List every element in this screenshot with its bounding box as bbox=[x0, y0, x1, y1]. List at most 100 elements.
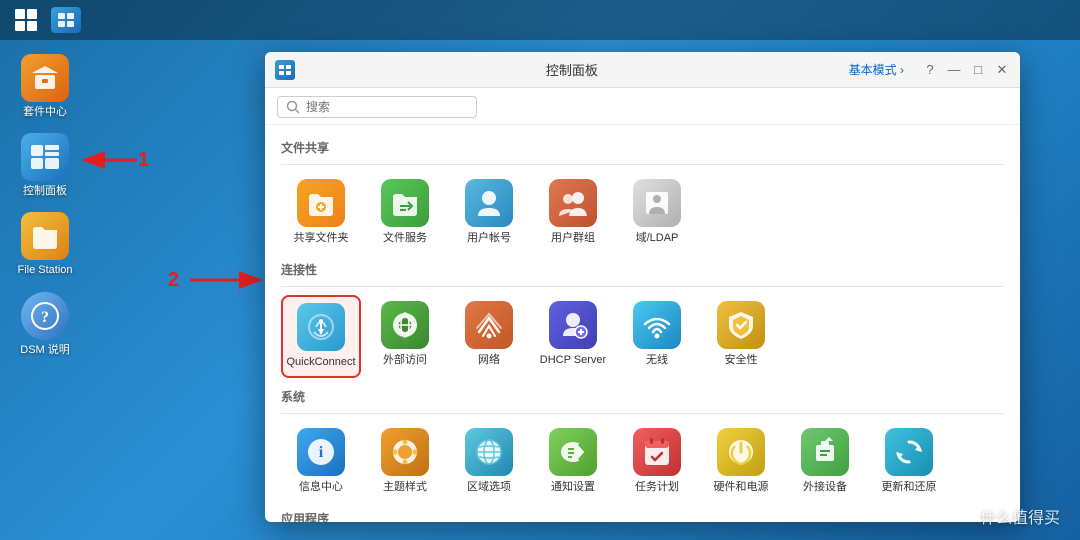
cp-icon-external-devices[interactable]: 外接设备 bbox=[785, 422, 865, 500]
cp-icon-shared-folder[interactable]: 共享文件夹 bbox=[281, 173, 361, 251]
desktop-icon-file-station[interactable]: File Station bbox=[10, 208, 80, 281]
window-title: 控制面板 bbox=[303, 60, 841, 79]
svg-text:i: i bbox=[319, 444, 324, 461]
annotation-2: 2 bbox=[168, 268, 265, 292]
shared-folder-label: 共享文件夹 bbox=[294, 231, 349, 245]
section-applications-title: 应用程序 bbox=[281, 510, 1004, 522]
cp-icon-wireless[interactable]: 无线 bbox=[617, 295, 697, 377]
external-devices-icon bbox=[801, 428, 849, 476]
cp-icon-info-center[interactable]: i 信息中心 bbox=[281, 422, 361, 500]
desktop-icon-package-center[interactable]: 套件中心 bbox=[10, 50, 80, 123]
wireless-label: 无线 bbox=[646, 353, 668, 367]
window-minimize-button[interactable]: — bbox=[946, 62, 962, 78]
file-services-label: 文件服务 bbox=[383, 231, 427, 245]
file-sharing-grid: 共享文件夹 文件服务 bbox=[281, 173, 1004, 251]
cp-icon-hardware-power[interactable]: 硬件和电源 bbox=[701, 422, 781, 500]
cp-icon-quickconnect[interactable]: QuickConnect bbox=[281, 295, 361, 377]
divider-system bbox=[281, 413, 1004, 414]
task-scheduler-icon bbox=[633, 428, 681, 476]
cp-icon-user-group[interactable]: 用户群组 bbox=[533, 173, 613, 251]
apps-menu-button[interactable] bbox=[8, 4, 44, 36]
info-center-icon: i bbox=[297, 428, 345, 476]
user-label: 用户帐号 bbox=[467, 231, 511, 245]
domain-ldap-label: 域/LDAP bbox=[636, 231, 679, 245]
cp-icon-user[interactable]: 用户帐号 bbox=[449, 173, 529, 251]
region-icon bbox=[465, 428, 513, 476]
watermark-text: 什么值得买 bbox=[980, 510, 1060, 527]
window-close-button[interactable]: ✕ bbox=[994, 62, 1010, 78]
shared-folder-icon bbox=[297, 179, 345, 227]
file-station-label: File Station bbox=[17, 264, 72, 277]
apps-grid-icon bbox=[15, 9, 37, 31]
hardware-power-label: 硬件和电源 bbox=[714, 480, 769, 494]
cp-icon-external-access[interactable]: 外部访问 bbox=[365, 295, 445, 377]
user-group-label: 用户群组 bbox=[551, 231, 595, 245]
file-services-icon bbox=[381, 179, 429, 227]
region-label: 区域选项 bbox=[467, 480, 511, 494]
cp-icon-security[interactable]: 安全性 bbox=[701, 295, 781, 377]
control-panel-label: 控制面板 bbox=[23, 185, 67, 198]
security-label: 安全性 bbox=[725, 353, 758, 367]
domain-ldap-icon bbox=[633, 179, 681, 227]
section-file-sharing-title: 文件共享 bbox=[281, 139, 1004, 156]
external-access-icon bbox=[381, 301, 429, 349]
wireless-icon bbox=[633, 301, 681, 349]
window-content: 文件共享 共享文件夹 bbox=[265, 125, 1020, 522]
annotation-1: 1 bbox=[82, 148, 149, 172]
package-center-label: 套件中心 bbox=[23, 106, 67, 119]
system-grid: i 信息中心 主题样式 bbox=[281, 422, 1004, 500]
window-search-bar bbox=[265, 88, 1020, 125]
cp-icon-region[interactable]: 区域选项 bbox=[449, 422, 529, 500]
window-controls: ? — □ ✕ bbox=[922, 62, 1010, 78]
control-panel-window: 控制面板 基本模式 › ? — □ ✕ 文件共享 bbox=[265, 52, 1020, 522]
taskbar bbox=[0, 0, 1080, 40]
window-title-icon bbox=[275, 60, 295, 80]
control-panel-icon bbox=[21, 133, 69, 181]
cp-icon-file-services[interactable]: 文件服务 bbox=[365, 173, 445, 251]
search-wrapper bbox=[277, 96, 477, 118]
control-panel-taskbar-icon bbox=[51, 7, 81, 33]
connectivity-grid: QuickConnect 外部访问 bbox=[281, 295, 1004, 377]
notification-label: 通知设置 bbox=[551, 480, 595, 494]
section-connectivity-title: 连接性 bbox=[281, 261, 1004, 278]
cp-icon-network[interactable]: 网络 bbox=[449, 295, 529, 377]
theme-label: 主题样式 bbox=[383, 480, 427, 494]
window-maximize-button[interactable]: □ bbox=[970, 62, 986, 78]
file-station-icon bbox=[21, 212, 69, 260]
external-devices-label: 外接设备 bbox=[803, 480, 847, 494]
cp-icon-update-restore[interactable]: 更新和还原 bbox=[869, 422, 949, 500]
window-mode-link[interactable]: 基本模式 › bbox=[849, 61, 904, 78]
divider-file-sharing bbox=[281, 164, 1004, 165]
theme-icon bbox=[381, 428, 429, 476]
control-panel-taskbar-button[interactable] bbox=[48, 4, 84, 36]
window-help-button[interactable]: ? bbox=[922, 62, 938, 78]
notification-icon bbox=[549, 428, 597, 476]
svg-text:?: ? bbox=[41, 309, 49, 326]
desktop-icons: 套件中心 控制面板 File Station ? bbox=[10, 50, 80, 361]
cp-icon-notification[interactable]: 通知设置 bbox=[533, 422, 613, 500]
security-icon bbox=[717, 301, 765, 349]
user-group-icon bbox=[549, 179, 597, 227]
task-scheduler-label: 任务计划 bbox=[635, 480, 679, 494]
search-input[interactable] bbox=[306, 100, 466, 114]
info-center-label: 信息中心 bbox=[299, 480, 343, 494]
cp-icon-domain-ldap[interactable]: 域/LDAP bbox=[617, 173, 697, 251]
cp-icon-dhcp-server[interactable]: DHCP Server bbox=[533, 295, 613, 377]
section-system-title: 系统 bbox=[281, 388, 1004, 405]
dhcp-server-icon bbox=[549, 301, 597, 349]
window-titlebar: 控制面板 基本模式 › ? — □ ✕ bbox=[265, 52, 1020, 88]
network-label: 网络 bbox=[478, 353, 500, 367]
cp-icon-theme[interactable]: 主题样式 bbox=[365, 422, 445, 500]
desktop-icon-control-panel[interactable]: 控制面板 bbox=[10, 129, 80, 202]
dsm-help-label: DSM 说明 bbox=[20, 344, 70, 357]
network-icon bbox=[465, 301, 513, 349]
user-icon bbox=[465, 179, 513, 227]
update-restore-label: 更新和还原 bbox=[882, 480, 937, 494]
desktop-icon-dsm-help[interactable]: ? DSM 说明 bbox=[10, 288, 80, 361]
search-icon bbox=[286, 100, 300, 114]
annotation-2-label: 2 bbox=[168, 269, 179, 292]
arrow-2-icon bbox=[185, 268, 265, 292]
annotation-1-label: 1 bbox=[138, 149, 149, 172]
cp-icon-task-scheduler[interactable]: 任务计划 bbox=[617, 422, 697, 500]
quickconnect-icon bbox=[297, 303, 345, 351]
